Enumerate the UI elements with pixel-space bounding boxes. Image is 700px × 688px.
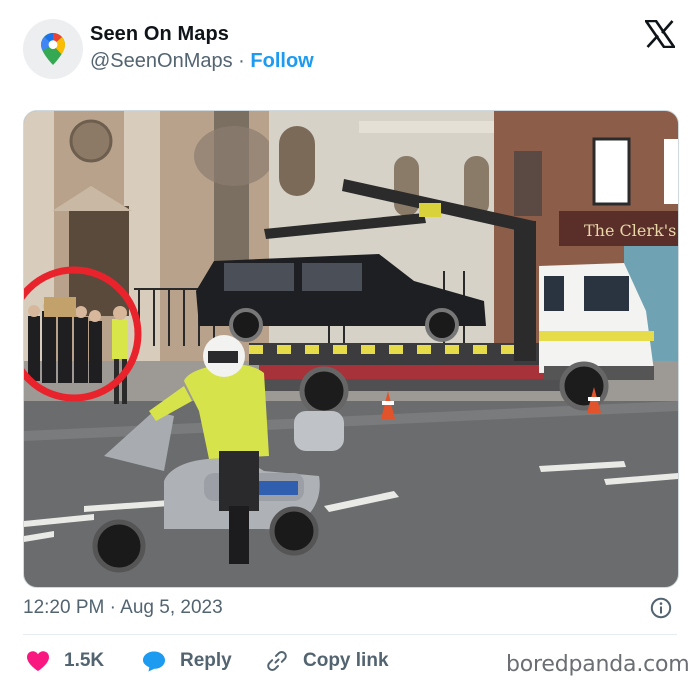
copy-link-button[interactable]: Copy link [265,648,389,674]
watermark: boredpanda.com [506,652,690,677]
reply-button[interactable]: Reply [142,648,232,674]
info-icon[interactable] [650,597,672,619]
divider [23,634,677,635]
account-handle[interactable]: @SeenOnMaps [90,50,233,72]
like-count: 1.5K [64,650,105,671]
reply-bubble-icon [142,649,166,673]
storefront-sign: The Clerk's [584,221,676,240]
separator: · [238,50,245,72]
x-logo-icon[interactable] [645,20,675,48]
copy-link-label: Copy link [303,650,389,671]
tweet-card: Seen On Maps @SeenOnMaps · Follow The Cl… [0,0,700,688]
follow-button[interactable]: Follow [250,50,313,72]
reply-label: Reply [180,650,232,671]
account-name[interactable]: Seen On Maps [90,23,229,46]
handle-row: @SeenOnMaps · Follow [90,50,314,73]
link-icon [265,649,289,673]
street-scene-photo: The Clerk's [24,111,678,587]
tweet-timestamp[interactable]: 12:20 PM · Aug 5, 2023 [23,597,223,619]
google-maps-pin-icon [41,33,65,65]
heart-icon [26,649,50,673]
tweet-photo[interactable]: The Clerk's [23,110,679,588]
avatar[interactable] [23,19,83,79]
like-button[interactable]: 1.5K [26,648,104,674]
